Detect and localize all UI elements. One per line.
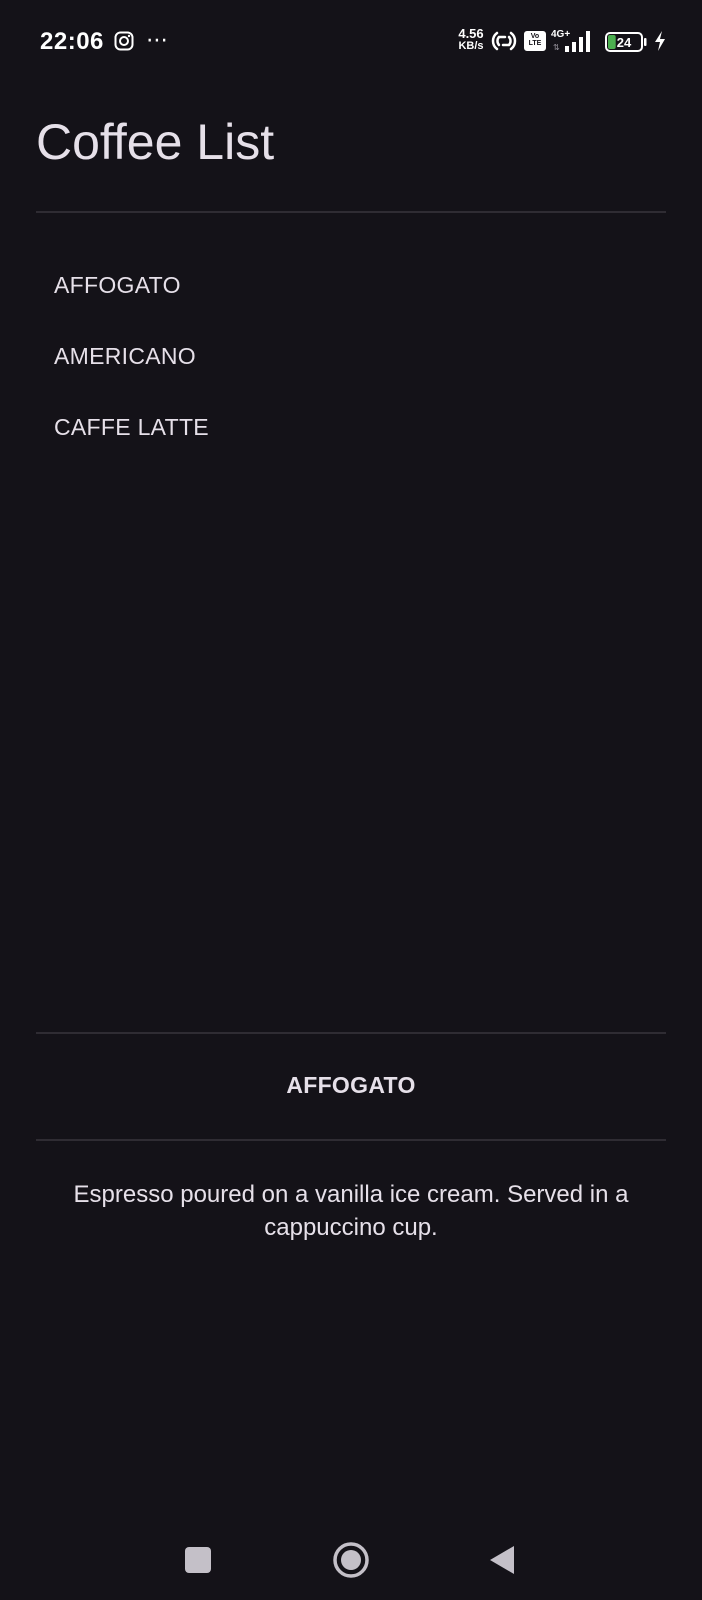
home-icon[interactable]: [332, 1541, 370, 1579]
detail-divider-top: [36, 1032, 666, 1034]
svg-text:⇅: ⇅: [553, 43, 560, 52]
signal-icon: 4G+ ⇅: [551, 29, 590, 52]
page-title: Coffee List: [36, 114, 275, 170]
title-divider: [36, 211, 666, 213]
charging-bolt-icon: [655, 31, 665, 51]
back-icon[interactable]: [488, 1544, 516, 1576]
more-icon: ⋯: [146, 27, 169, 52]
coffee-list: AFFOGATO AMERICANO CAFFE LATTE: [36, 250, 666, 463]
instagram-icon: [114, 31, 134, 51]
detail-description: Espresso poured on a vanilla ice cream. …: [73, 1181, 629, 1241]
status-time: 22:06: [40, 28, 104, 55]
coffee-list-item-affogato[interactable]: AFFOGATO: [36, 250, 666, 321]
volte-label-top: Vo: [530, 33, 540, 40]
net-speed: 4.56 KB/s: [455, 26, 487, 52]
status-bar: 22:06 ⋯ 4.56 KB/s Vo LTE 4G+ ⇅ 24: [0, 0, 702, 84]
recents-icon[interactable]: [185, 1547, 211, 1573]
battery-icon: 24: [605, 32, 647, 52]
network-type: 4G+: [551, 29, 570, 40]
coffee-list-item-caffe-latte[interactable]: CAFFE LATTE: [36, 392, 666, 463]
coffee-list-item-americano[interactable]: AMERICANO: [36, 321, 666, 392]
hotspot-icon: [491, 31, 517, 51]
net-speed-value: 4.56: [458, 26, 484, 41]
net-speed-unit: KB/s: [458, 40, 484, 52]
detail-title: AFFOGATO: [286, 1072, 416, 1098]
detail-divider-mid: [36, 1139, 666, 1141]
navigation-bar: [0, 1520, 702, 1600]
volte-label-bottom: LTE: [528, 40, 542, 47]
battery-level: 24: [617, 35, 632, 50]
volte-icon: Vo LTE: [524, 31, 546, 51]
